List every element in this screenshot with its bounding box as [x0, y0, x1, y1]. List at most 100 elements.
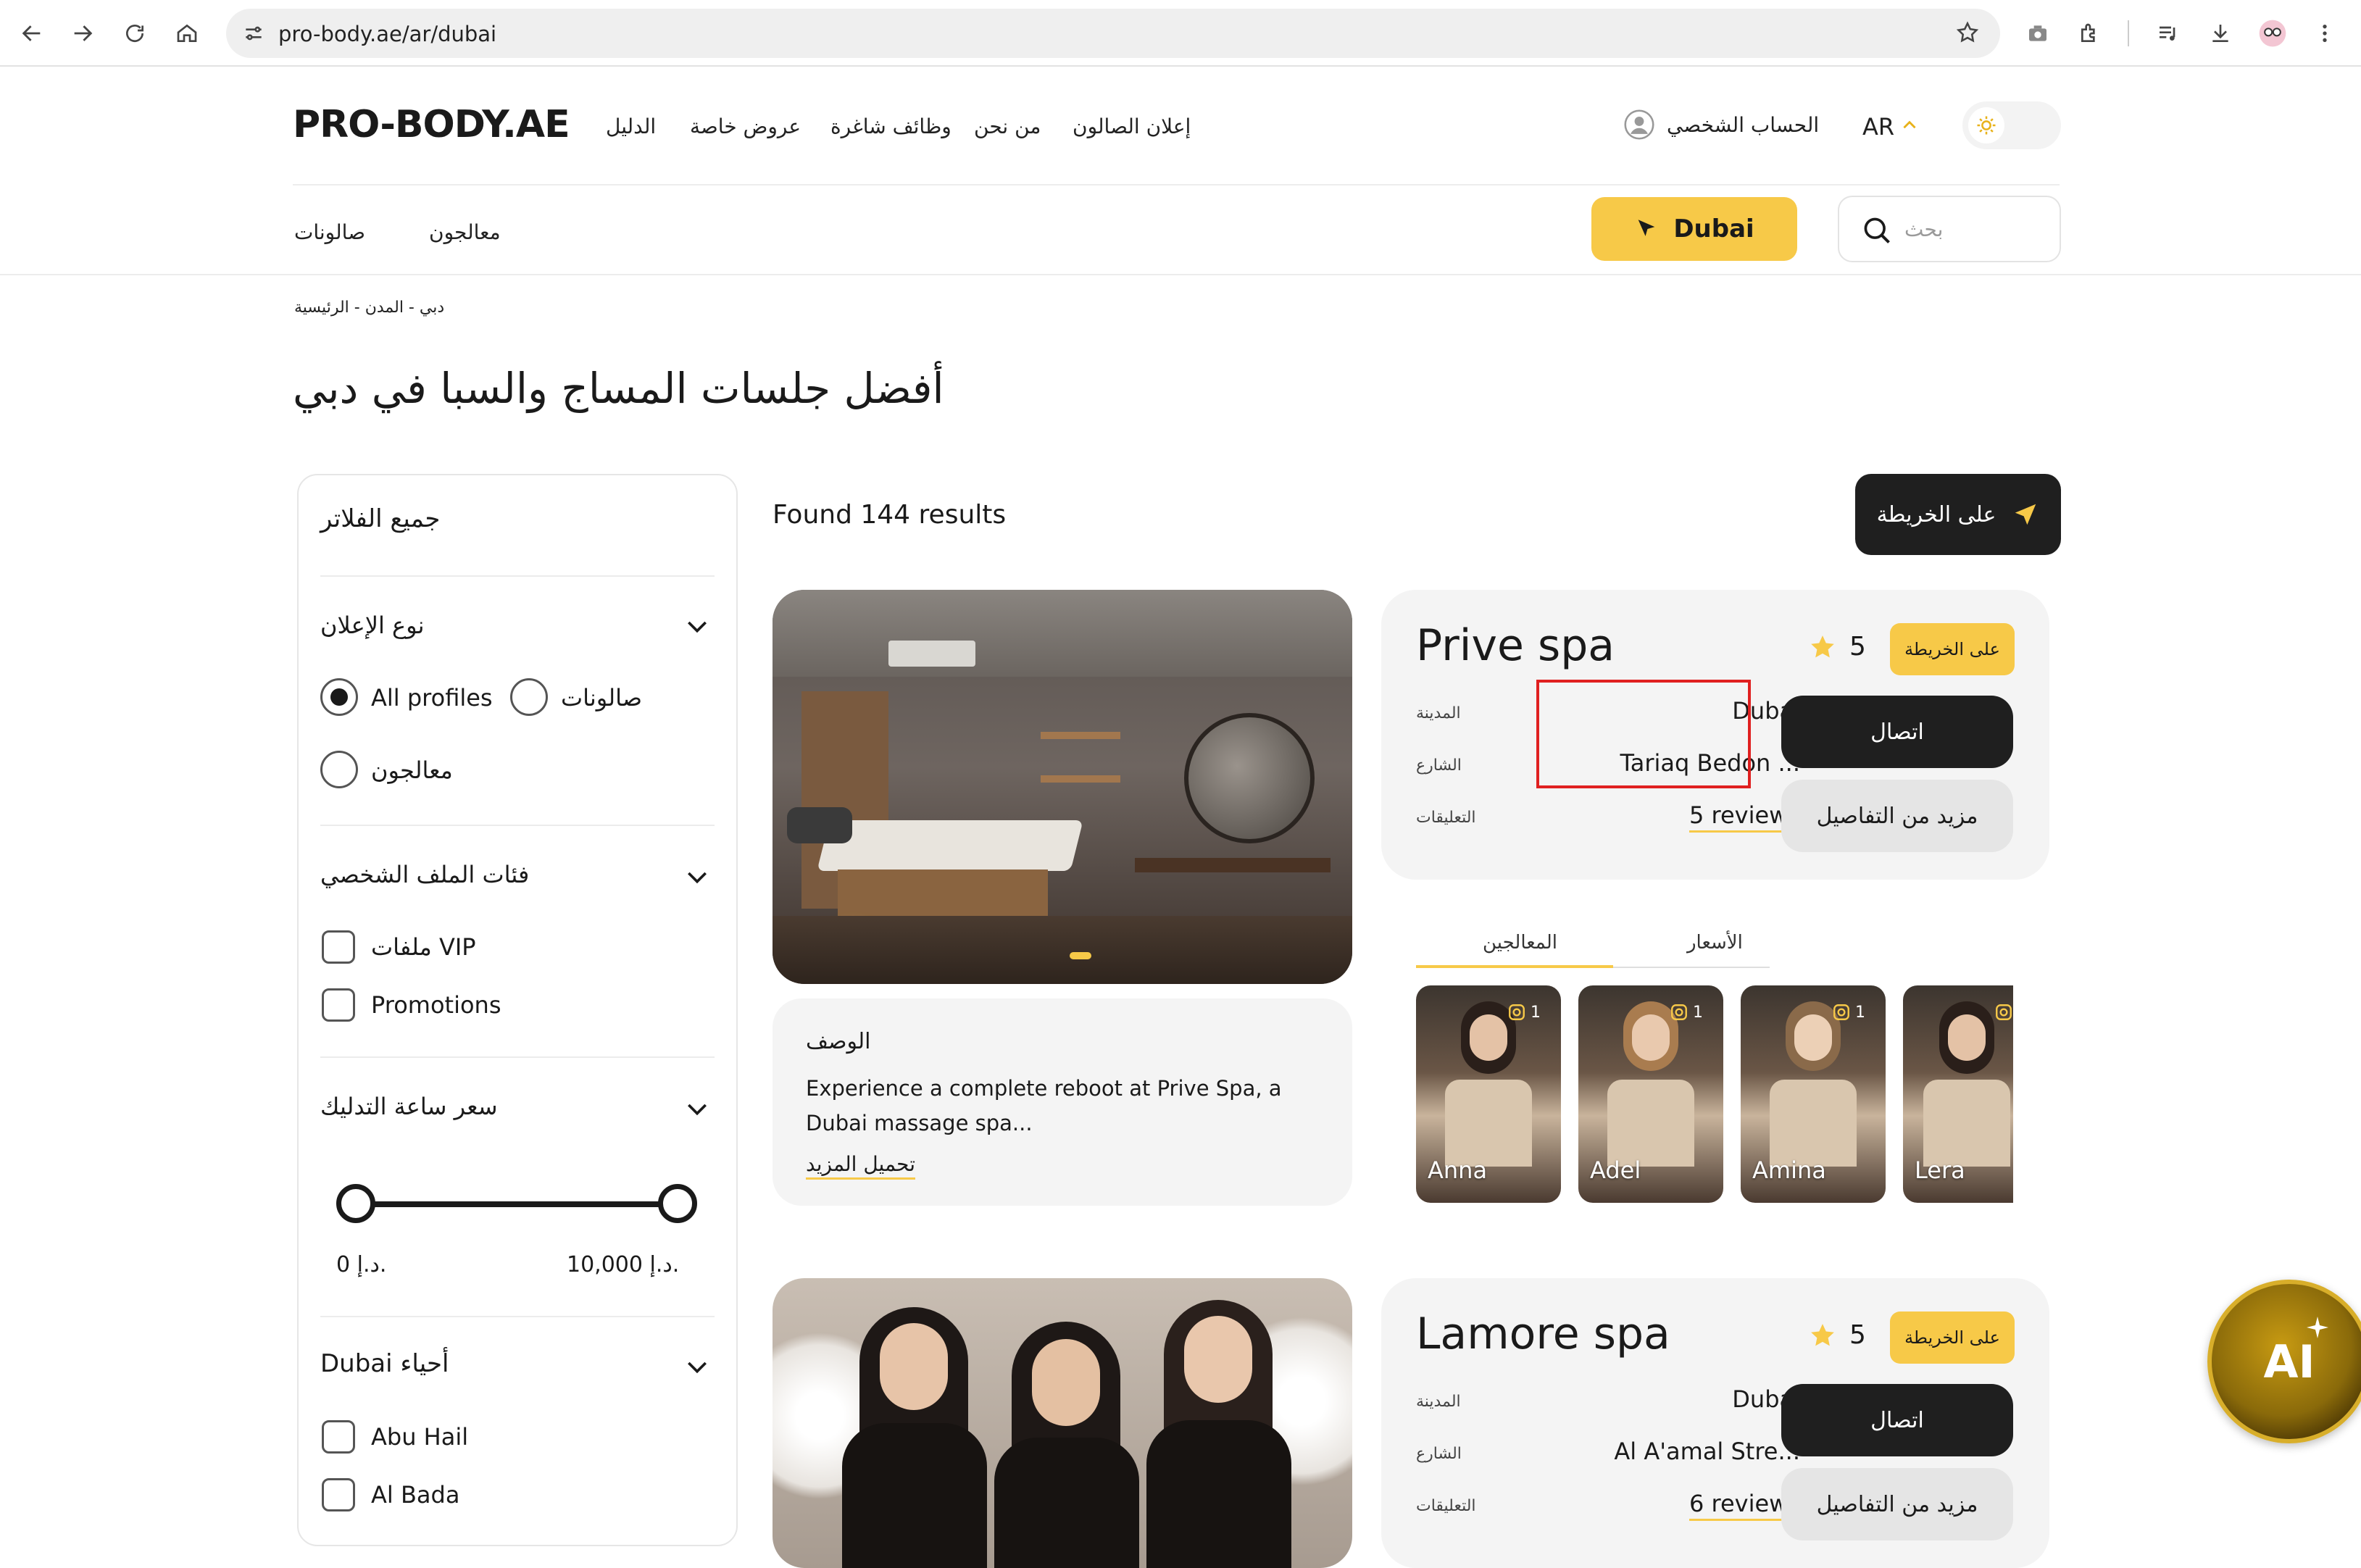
- carousel-indicator[interactable]: [1070, 952, 1091, 959]
- more-details-button[interactable]: مزيد من التفاصيل: [1781, 780, 2013, 852]
- photo-console: [1135, 858, 1331, 872]
- more-details-button[interactable]: مزيد من التفاصيل: [1781, 1468, 2013, 1540]
- instagram-icon: [1671, 1004, 1687, 1020]
- forward-icon[interactable]: [64, 14, 101, 52]
- photo-mirror: [1184, 713, 1315, 843]
- tab-therapists-card[interactable]: المعالجين: [1483, 932, 1557, 954]
- theme-toggle[interactable]: [1962, 101, 2061, 149]
- star-icon: [1811, 635, 1834, 658]
- price-slider-min-handle[interactable]: [336, 1184, 375, 1223]
- site-logo[interactable]: PRO-BODY.AE: [293, 103, 570, 146]
- sparkle-icon: [2307, 1317, 2328, 1338]
- profile-categories-heading[interactable]: فئات الملف الشخصي: [320, 861, 529, 888]
- filter-panel: جميع الفلاتر نوع الإعلان All profiles صا…: [297, 474, 738, 1546]
- tab-therapists[interactable]: معالجون: [429, 220, 501, 244]
- city-label: المدينة: [1416, 704, 1461, 722]
- city-label: المدينة: [1416, 1393, 1461, 1411]
- bookmark-star-icon[interactable]: [1955, 20, 1980, 45]
- site-settings-icon[interactable]: [242, 22, 265, 45]
- salon-photo[interactable]: [773, 590, 1352, 984]
- search-placeholder: بحث: [1904, 217, 1944, 241]
- checkbox-al-bada[interactable]: [322, 1478, 355, 1511]
- nav-special-offers[interactable]: عروض خاصة: [690, 114, 801, 138]
- districts-heading[interactable]: Dubai أحياء: [320, 1349, 449, 1378]
- therapist-top: [1770, 1080, 1857, 1167]
- photo-shelf: [1041, 732, 1120, 739]
- checkbox-promotions[interactable]: [322, 988, 355, 1022]
- ai-button-label: AI: [2263, 1335, 2315, 1388]
- toolbar-separator: [2128, 20, 2129, 46]
- chevron-down-icon[interactable]: [683, 862, 712, 891]
- tab-prices-card[interactable]: الأسعار: [1687, 932, 1743, 954]
- breadcrumb[interactable]: دبي - المدن - الرئيسية: [294, 299, 444, 317]
- load-more-link[interactable]: تحميل المزيد: [806, 1152, 916, 1180]
- radio-therapists[interactable]: [320, 751, 358, 788]
- media-control-icon[interactable]: [2149, 14, 2187, 52]
- results-count: Found 144 results: [773, 500, 1007, 530]
- therapist-top: [1923, 1080, 2010, 1167]
- checkbox-label-promotions: Promotions: [371, 991, 501, 1019]
- photo-count-badge: 1: [1507, 1003, 1541, 1022]
- city-selector-button[interactable]: Dubai: [1591, 197, 1797, 261]
- show-on-map-chip[interactable]: على الخريطة: [1890, 1311, 2015, 1364]
- back-icon[interactable]: [13, 14, 51, 52]
- call-button[interactable]: اتصال: [1781, 696, 2013, 768]
- nav-about-us[interactable]: من نحن: [974, 114, 1041, 138]
- url-text: pro-body.ae/ar/dubai: [278, 22, 497, 46]
- chevron-down-icon[interactable]: [683, 612, 712, 641]
- therapist-name: Anna: [1428, 1156, 1488, 1184]
- therapist-card[interactable]: 1 Amina: [1741, 985, 1886, 1203]
- price-heading[interactable]: سعر ساعة التدليك: [320, 1093, 498, 1120]
- account-link[interactable]: الحساب الشخصي: [1667, 113, 1819, 137]
- profile-avatar-icon[interactable]: [2254, 14, 2291, 52]
- photo-towel: [787, 807, 852, 843]
- therapist-card[interactable]: 1 Anna: [1416, 985, 1561, 1203]
- call-button[interactable]: اتصال: [1781, 1384, 2013, 1456]
- tab-salons[interactable]: صالونات: [294, 220, 365, 244]
- user-icon[interactable]: [1623, 109, 1655, 143]
- nav-vacancies[interactable]: وظائف شاغرة: [830, 114, 952, 138]
- reviews-label: التعليقات: [1416, 1497, 1476, 1515]
- radio-all-profiles[interactable]: [320, 678, 358, 716]
- nav-salon-ad[interactable]: إعلان الصالون: [1073, 114, 1191, 138]
- browser-menu-icon[interactable]: [2306, 14, 2344, 52]
- salon-photo[interactable]: [773, 1278, 1352, 1568]
- search-icon: [1864, 217, 1890, 243]
- therapist-card[interactable]: Lera: [1903, 985, 2013, 1203]
- city-value: Dubai: [1732, 1385, 1800, 1413]
- ad-type-heading[interactable]: نوع الإعلان: [320, 612, 425, 639]
- nav-guide[interactable]: الدليل: [606, 114, 656, 138]
- checkbox-abu-hail[interactable]: [322, 1420, 355, 1454]
- chevron-up-icon[interactable]: [1900, 116, 1919, 138]
- extensions-icon[interactable]: [2071, 14, 2109, 52]
- photo-person-face: [880, 1323, 948, 1410]
- home-icon[interactable]: [168, 14, 206, 52]
- ai-assistant-button[interactable]: AI: [2207, 1280, 2361, 1443]
- language-selector[interactable]: AR: [1862, 113, 1894, 141]
- camera-icon[interactable]: [2019, 14, 2057, 52]
- reviews-value[interactable]: 5 reviews: [1597, 801, 1800, 833]
- checkbox-label-abu-hail: Abu Hail: [371, 1423, 469, 1451]
- search-input[interactable]: بحث: [1838, 196, 2061, 262]
- price-min-label: 0 د.إ.: [336, 1252, 387, 1277]
- price-slider-track[interactable]: [342, 1201, 661, 1207]
- chevron-down-icon[interactable]: [683, 1352, 712, 1381]
- reviews-value[interactable]: 6 reviews: [1597, 1490, 1800, 1521]
- therapist-name: Adel: [1590, 1156, 1641, 1184]
- show-on-map-chip[interactable]: على الخريطة: [1890, 623, 2015, 675]
- photo-shelf: [1041, 775, 1120, 783]
- salon-name[interactable]: Prive spa: [1416, 620, 1615, 671]
- map-view-button[interactable]: على الخريطة: [1855, 474, 2061, 555]
- checkbox-vip[interactable]: [322, 930, 355, 964]
- salon-name[interactable]: Lamore spa: [1416, 1309, 1670, 1359]
- salon-rating: 5: [1849, 1320, 1866, 1350]
- price-slider-max-handle[interactable]: [658, 1184, 697, 1223]
- therapist-card[interactable]: 1 Adel: [1578, 985, 1723, 1203]
- reload-icon[interactable]: [116, 14, 154, 52]
- photo-ceiling: [773, 590, 1352, 677]
- radio-salons[interactable]: [510, 678, 548, 716]
- address-bar[interactable]: pro-body.ae/ar/dubai: [226, 9, 2000, 58]
- therapist-face: [1794, 1014, 1832, 1061]
- download-icon[interactable]: [2202, 14, 2239, 52]
- chevron-down-icon[interactable]: [683, 1094, 712, 1123]
